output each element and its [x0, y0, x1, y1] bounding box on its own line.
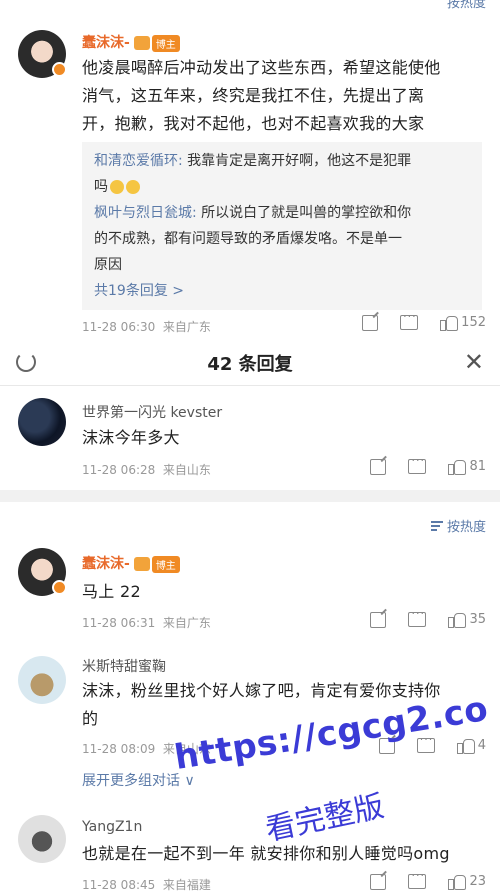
level-icon [133, 36, 150, 50]
reply-text: 原因 [94, 257, 122, 273]
comment-icon [400, 310, 419, 330]
level-icon [133, 557, 150, 571]
like-button[interactable]: 4 [456, 737, 486, 754]
nested-replies[interactable]: 和清恋爱循环: 我靠肯定是离开好啊，他这不是犯罪 吗 枫叶与烈日瓮城: 所以说白… [82, 142, 482, 310]
comment-button[interactable] [408, 869, 427, 889]
post-actions: 152 [362, 310, 486, 331]
share-icon [362, 314, 379, 331]
timestamp: 11-28 06:28 [82, 463, 156, 477]
comment-icon [408, 869, 427, 889]
reply-text: 我靠肯定是离开好啊，他这不是犯罪 [182, 153, 412, 169]
sort-by-hot-top[interactable]: 按热度 [447, 0, 486, 11]
share-icon [370, 873, 387, 890]
thumbs-up-icon [448, 458, 467, 475]
location: 来自福建 [162, 878, 211, 892]
comment-button[interactable] [416, 733, 435, 753]
share-button[interactable] [362, 314, 379, 331]
emoji-icon [126, 180, 140, 194]
post-text-line: 他凌晨喝醉后冲动发出了这些东西，希望这能使他 [82, 58, 441, 77]
comment-text: 沫沫今年多大 [82, 428, 180, 447]
post-author-name[interactable]: 蠢沫沫- 博主 [82, 32, 180, 52]
reply-username[interactable]: 和清恋爱循环: [94, 153, 183, 169]
comment-actions: 35 [370, 607, 486, 628]
replies-count-title: 42 条回复 [207, 353, 293, 375]
share-button[interactable] [370, 458, 387, 475]
post-text-line: 消气，这五年来，终究是我扛不住，先提出了离 [82, 86, 425, 105]
timestamp: 11-28 08:09 [82, 742, 156, 756]
username-text: 蠢沫沫- [82, 35, 130, 51]
like-button[interactable]: 152 [440, 314, 486, 331]
nested-reply-cont: 吗 [94, 174, 470, 200]
refresh-icon[interactable] [16, 352, 36, 372]
comment-meta: 11-28 06:31 来自广东 [82, 614, 211, 631]
comment-button[interactable] [408, 607, 427, 627]
reply-text: 所以说白了就是叫兽的掌控欲和你 [196, 205, 412, 221]
commenter-name[interactable]: 世界第一闪光 kevster [82, 402, 222, 422]
comment-actions: 23 [370, 869, 486, 890]
commenter-name[interactable]: 蠢沫沫- 博主 [82, 553, 180, 573]
username-text: 蠢沫沫- [82, 556, 130, 572]
like-count: 23 [469, 874, 486, 889]
emoji-icon [110, 180, 124, 194]
section-divider [0, 490, 500, 502]
sort-label: 按热度 [446, 520, 486, 535]
like-button[interactable]: 23 [448, 873, 486, 890]
like-count: 81 [469, 459, 486, 474]
commenter-name[interactable]: 米斯特甜蜜鞠 [82, 656, 166, 676]
verified-badge-icon [52, 580, 67, 595]
comment-meta: 11-28 06:28 来自山东 [82, 461, 211, 478]
thumbs-up-icon [448, 611, 467, 628]
thumbs-up-icon [440, 314, 459, 331]
timestamp: 11-28 06:31 [82, 616, 156, 630]
avatar[interactable] [18, 656, 66, 704]
share-button[interactable] [370, 611, 387, 628]
post-meta: 11-28 06:30 来自广东 [82, 318, 211, 335]
like-button[interactable]: 81 [448, 458, 486, 475]
avatar[interactable] [18, 398, 66, 446]
close-icon[interactable]: ✕ [464, 348, 484, 376]
like-count: 152 [461, 315, 486, 330]
share-icon [370, 458, 387, 475]
comment-icon [416, 733, 435, 753]
location: 来自广东 [162, 320, 211, 334]
watermark-text: 看完整版 [262, 788, 388, 849]
timestamp: 11-28 06:30 [82, 320, 156, 334]
share-icon [370, 611, 387, 628]
reply-text: 吗 [94, 179, 108, 195]
share-button[interactable] [370, 873, 387, 890]
sort-top-label: 按热度 [446, 0, 486, 11]
commenter-name[interactable]: YangZ1n [82, 819, 142, 835]
like-button[interactable]: 35 [448, 611, 486, 628]
nested-reply[interactable]: 和清恋爱循环: 我靠肯定是离开好啊，他这不是犯罪 [94, 148, 470, 174]
blogger-badge: 博主 [151, 555, 180, 573]
sort-icon [430, 520, 443, 531]
comment-icon [408, 454, 427, 474]
timestamp: 11-28 08:45 [82, 878, 156, 892]
location: 来自广东 [162, 616, 211, 630]
comment-text: 马上 22 [82, 582, 141, 601]
sort-by-hot[interactable]: 按热度 [430, 516, 486, 535]
nested-reply[interactable]: 枫叶与烈日瓮城: 所以说白了就是叫兽的掌控欲和你 [94, 200, 470, 226]
verified-badge-icon [52, 62, 67, 77]
comment-button[interactable] [400, 310, 419, 330]
like-count: 4 [477, 738, 486, 753]
thumbs-up-icon [456, 737, 475, 754]
comment-button[interactable] [408, 454, 427, 474]
location: 来自山东 [162, 463, 211, 477]
replies-header: 42 条回复 ✕ [0, 340, 500, 386]
comment-meta: 11-28 08:45 来自福建 [82, 876, 211, 893]
blogger-badge: 博主 [151, 34, 180, 52]
post-text-line: 开，抱歉，我对不起他，也对不起喜欢我的大家 [82, 114, 425, 133]
more-replies-link[interactable]: 共19条回复 > [94, 278, 470, 304]
avatar[interactable] [18, 815, 66, 863]
comment-icon [408, 607, 427, 627]
comment-actions: 81 [370, 454, 486, 475]
post-text: 他凌晨喝醉后冲动发出了这些东西，希望这能使他 消气，这五年来，终究是我扛不住，先… [82, 54, 480, 138]
thumbs-up-icon [448, 873, 467, 890]
reply-text: 的不成熟，都有问题导致的矛盾爆发咯。不是单一 [94, 231, 402, 247]
like-count: 35 [469, 612, 486, 627]
reply-username[interactable]: 枫叶与烈日瓮城: [94, 205, 197, 221]
